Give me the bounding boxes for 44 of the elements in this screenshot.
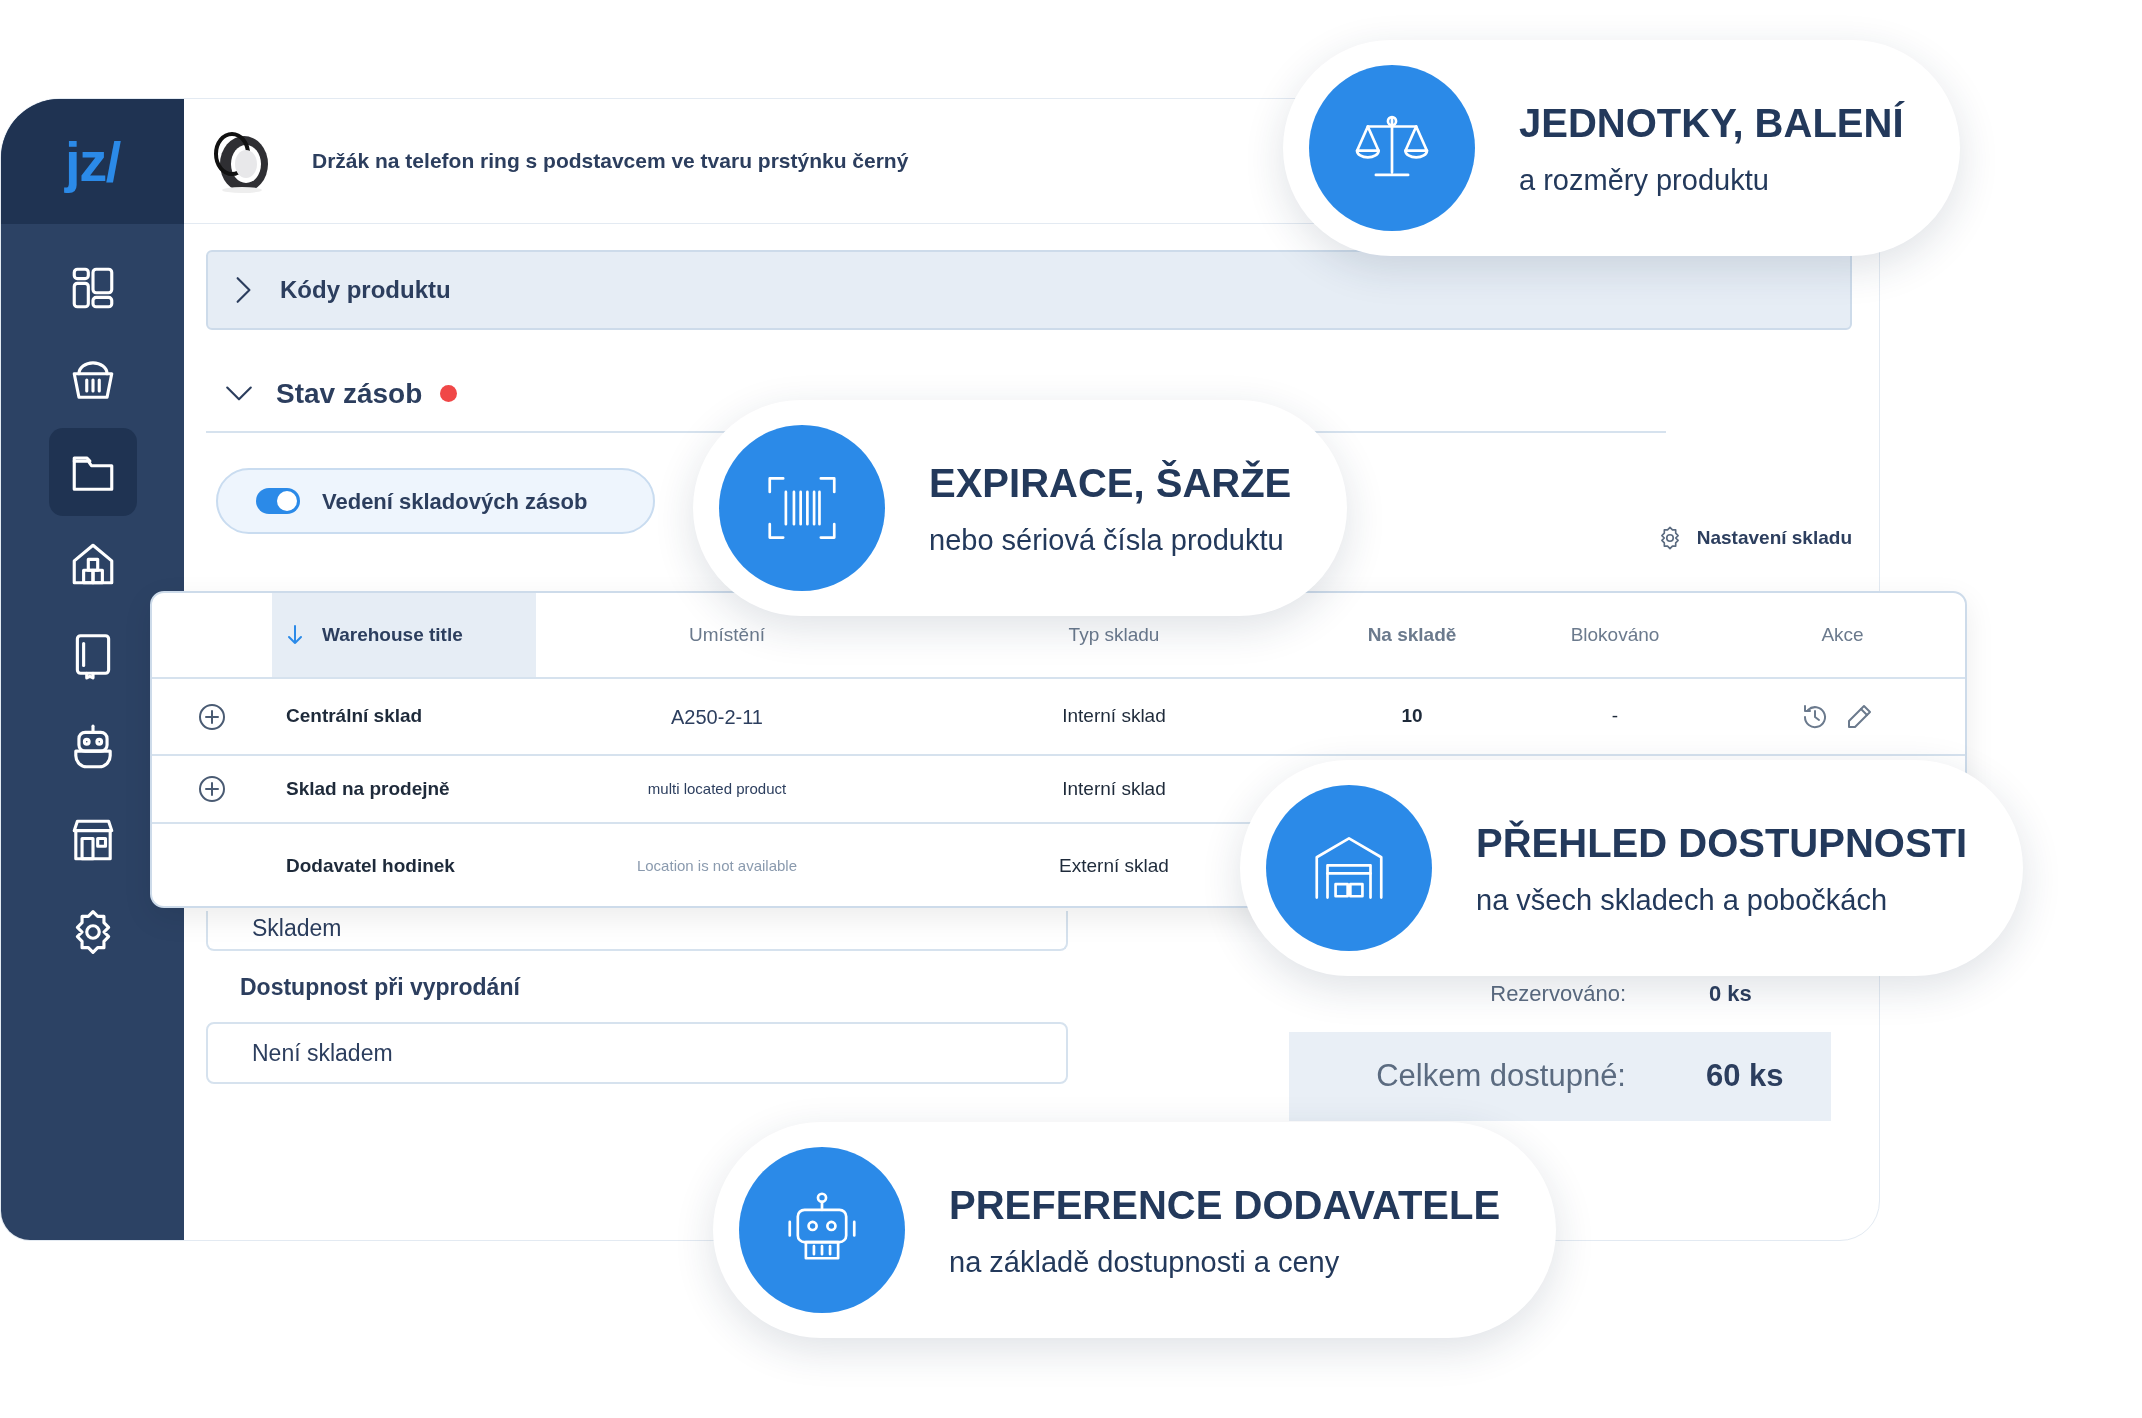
table-cell-text: Externí sklad (1059, 853, 1169, 878)
section-title: Stav zásob (276, 376, 423, 411)
column-header[interactable]: Umístění (689, 620, 765, 650)
logo[interactable]: jz/ (65, 119, 120, 204)
callout-subtitle: nebo sériová čísla produktu (929, 523, 1285, 559)
table-cell-text: Sklad na prodejně (286, 776, 450, 801)
total-label: Celkem dostupné: (1375, 1056, 1626, 1095)
callout-title: EXPIRACE, ŠARŽE (929, 459, 1292, 508)
table-cell-text: - (1611, 704, 1619, 729)
table-cell-text: Interní sklad (1062, 704, 1166, 729)
stock-toggle[interactable]: Vedení skladových zásob (216, 468, 655, 534)
sidebar-item[interactable] (48, 428, 137, 516)
section-header[interactable]: Kódy produktu (206, 250, 1852, 330)
column-header[interactable]: Na skladě (1367, 620, 1457, 650)
column-header[interactable]: Akce (1821, 620, 1864, 650)
column-header[interactable]: Typ skladu (1068, 620, 1160, 650)
callout-subtitle: na všech skladech a pobočkách (1476, 883, 1889, 919)
input-field[interactable]: Skladem (206, 910, 1068, 951)
reserved-label: Rezervováno: (1489, 980, 1626, 1008)
callout-title: JEDNOTKY, BALENÍ (1519, 100, 1904, 148)
callout-title: PŘEHLED DOSTUPNOSTI (1476, 819, 1968, 868)
table-cell-text: 10 (1401, 704, 1423, 729)
expand-plus-icon[interactable] (197, 774, 227, 804)
callout-title: PREFERENCE DODAVATELE (949, 1182, 1501, 1230)
table-cell-text: A250-2-11 (671, 704, 763, 730)
product-title: Držák na telefon ring s podstavcem ve tvaru prstýnku černý (312, 148, 909, 175)
field-label: Dostupnost při vyprodání (240, 972, 522, 1002)
warehouse-settings-link[interactable]: Nastavení skladu (1656, 524, 1852, 553)
table-cell-text: Dodavatel hodinek (286, 853, 455, 878)
table-cell-text: Interní sklad (1062, 776, 1166, 801)
table-cell-text: Centrální sklad (286, 704, 423, 729)
section-title: Kódy produktu (280, 275, 451, 305)
input-field[interactable]: Není skladem (206, 1022, 1068, 1084)
expand-plus-icon[interactable] (197, 701, 227, 732)
table-cell-text: Location is not available (636, 855, 798, 876)
callout-subtitle: a rozměry produktu (1519, 163, 1770, 199)
toggle-switch[interactable] (256, 488, 300, 514)
table-cell-text: multi located product (647, 778, 787, 799)
reserved-value: 0 ks (1709, 980, 1752, 1008)
total-value: 60 ks (1706, 1056, 1784, 1095)
column-header[interactable]: Warehouse title (272, 593, 536, 677)
sort-down-icon (286, 624, 304, 646)
column-header[interactable]: Blokováno (1570, 620, 1660, 650)
callout-subtitle: na základě dostupnosti a ceny (949, 1245, 1341, 1281)
